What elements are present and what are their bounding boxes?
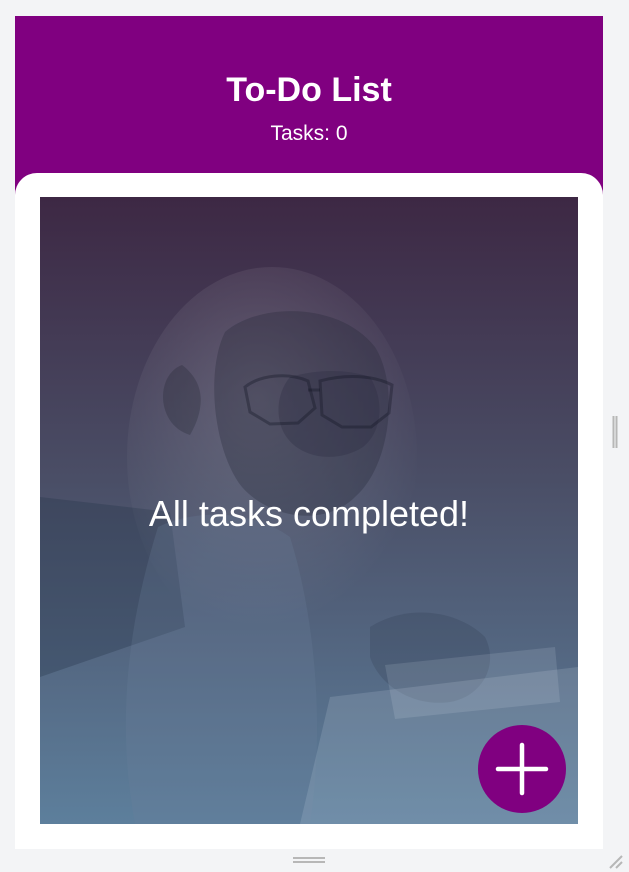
scrollbar-handle-icon[interactable] [612, 416, 618, 448]
resize-grip-icon[interactable] [606, 852, 624, 870]
plus-icon [495, 742, 549, 796]
task-count: Tasks: 0 [270, 122, 348, 145]
app-window: To-Do List Tasks: 0 All tasks completed! [15, 16, 603, 849]
drag-handle-icon[interactable] [293, 856, 325, 864]
empty-state-message: All tasks completed! [148, 493, 470, 534]
add-task-button[interactable] [478, 725, 566, 813]
page-title: To-Do List [226, 71, 392, 109]
task-list-card: All tasks completed! [15, 173, 603, 849]
empty-state-panel: All tasks completed! [40, 197, 578, 824]
